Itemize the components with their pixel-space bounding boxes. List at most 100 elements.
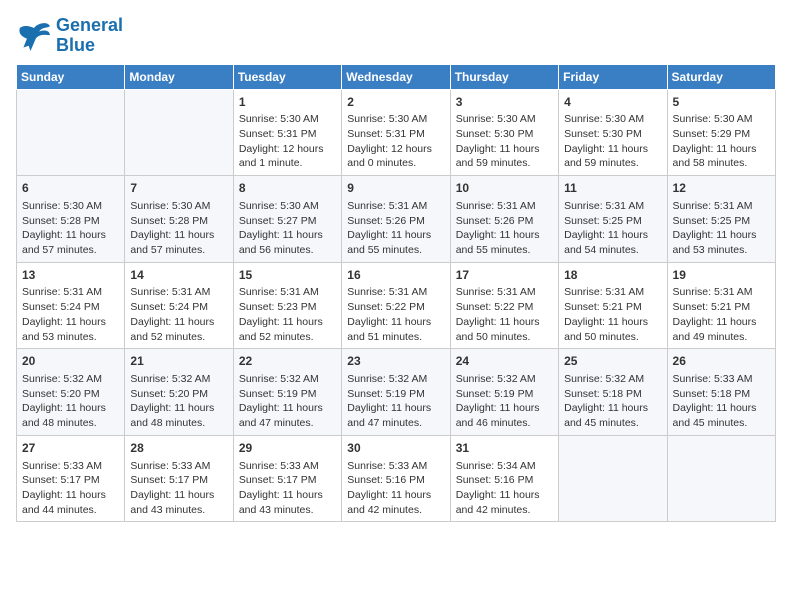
day-info: Sunrise: 5:31 AMSunset: 5:21 PMDaylight:… xyxy=(673,285,770,344)
calendar-cell: 13Sunrise: 5:31 AMSunset: 5:24 PMDayligh… xyxy=(17,262,125,349)
calendar-cell: 11Sunrise: 5:31 AMSunset: 5:25 PMDayligh… xyxy=(559,176,667,263)
day-number: 17 xyxy=(456,267,553,284)
calendar-cell: 15Sunrise: 5:31 AMSunset: 5:23 PMDayligh… xyxy=(233,262,341,349)
day-info: Sunrise: 5:33 AMSunset: 5:17 PMDaylight:… xyxy=(239,459,336,518)
calendar-week-5: 27 Sunrise: 5:33 AMSunset: 5:17 PMDayligh… xyxy=(17,435,776,522)
day-number: 2 xyxy=(347,94,444,111)
day-number: 28 xyxy=(130,440,227,457)
day-info: Sunrise: 5:32 AMSunset: 5:19 PMDaylight:… xyxy=(239,372,336,431)
day-number: 7 xyxy=(130,180,227,197)
day-number: 1 xyxy=(239,94,336,111)
weekday-header-thursday: Thursday xyxy=(450,64,558,89)
day-number: 16 xyxy=(347,267,444,284)
day-number: 11 xyxy=(564,180,661,197)
day-info: Sunrise: 5:32 AMSunset: 5:20 PMDaylight:… xyxy=(130,372,227,431)
calendar-cell: 18Sunrise: 5:31 AMSunset: 5:21 PMDayligh… xyxy=(559,262,667,349)
calendar-cell: 2Sunrise: 5:30 AMSunset: 5:31 PMDaylight… xyxy=(342,89,450,176)
calendar-cell: 30Sunrise: 5:33 AMSunset: 5:16 PMDayligh… xyxy=(342,435,450,522)
calendar-cell: 23 Sunrise: 5:32 AMSunset: 5:19 PMDayligh… xyxy=(342,349,450,436)
day-info: Sunrise: 5:33 AMSunset: 5:16 PMDaylight:… xyxy=(347,459,444,518)
day-number: 15 xyxy=(239,267,336,284)
day-number: 18 xyxy=(564,267,661,284)
day-number: 27 xyxy=(22,440,119,457)
calendar-cell: 21 Sunrise: 5:32 AMSunset: 5:20 PMDayligh… xyxy=(125,349,233,436)
logo: General Blue xyxy=(16,16,123,56)
weekday-header-friday: Friday xyxy=(559,64,667,89)
day-number: 21 xyxy=(130,353,227,370)
calendar-week-1: 1Sunrise: 5:30 AMSunset: 5:31 PMDaylight… xyxy=(17,89,776,176)
day-info: Sunrise: 5:30 AMSunset: 5:31 PMDaylight:… xyxy=(347,112,444,171)
day-info: Sunrise: 5:31 AMSunset: 5:26 PMDaylight:… xyxy=(347,199,444,258)
day-number: 26 xyxy=(673,353,770,370)
calendar-cell: 25 Sunrise: 5:32 AMSunset: 5:18 PMDayligh… xyxy=(559,349,667,436)
day-info: Sunrise: 5:31 AMSunset: 5:22 PMDaylight:… xyxy=(347,285,444,344)
calendar-cell: 1Sunrise: 5:30 AMSunset: 5:31 PMDaylight… xyxy=(233,89,341,176)
day-number: 19 xyxy=(673,267,770,284)
calendar-cell: 22 Sunrise: 5:32 AMSunset: 5:19 PMDayligh… xyxy=(233,349,341,436)
calendar-cell: 17Sunrise: 5:31 AMSunset: 5:22 PMDayligh… xyxy=(450,262,558,349)
day-info: Sunrise: 5:33 AMSunset: 5:17 PMDaylight:… xyxy=(130,459,227,518)
calendar-week-4: 20 Sunrise: 5:32 AMSunset: 5:20 PMDayligh… xyxy=(17,349,776,436)
calendar-cell: 4Sunrise: 5:30 AMSunset: 5:30 PMDaylight… xyxy=(559,89,667,176)
calendar-cell xyxy=(559,435,667,522)
calendar-cell: 10Sunrise: 5:31 AMSunset: 5:26 PMDayligh… xyxy=(450,176,558,263)
day-number: 29 xyxy=(239,440,336,457)
calendar-table: SundayMondayTuesdayWednesdayThursdayFrid… xyxy=(16,64,776,523)
calendar-cell xyxy=(667,435,775,522)
day-info: Sunrise: 5:32 AMSunset: 5:19 PMDaylight:… xyxy=(456,372,553,431)
day-number: 14 xyxy=(130,267,227,284)
calendar-cell: 28 Sunrise: 5:33 AMSunset: 5:17 PMDayligh… xyxy=(125,435,233,522)
day-number: 22 xyxy=(239,353,336,370)
day-info: Sunrise: 5:32 AMSunset: 5:20 PMDaylight:… xyxy=(22,372,119,431)
day-number: 5 xyxy=(673,94,770,111)
day-info: Sunrise: 5:31 AMSunset: 5:24 PMDaylight:… xyxy=(22,285,119,344)
calendar-cell: 24 Sunrise: 5:32 AMSunset: 5:19 PMDayligh… xyxy=(450,349,558,436)
day-number: 31 xyxy=(456,440,553,457)
day-info: Sunrise: 5:30 AMSunset: 5:27 PMDaylight:… xyxy=(239,199,336,258)
day-info: Sunrise: 5:32 AMSunset: 5:18 PMDaylight:… xyxy=(564,372,661,431)
day-info: Sunrise: 5:30 AMSunset: 5:28 PMDaylight:… xyxy=(22,199,119,258)
weekday-header-tuesday: Tuesday xyxy=(233,64,341,89)
day-info: Sunrise: 5:31 AMSunset: 5:22 PMDaylight:… xyxy=(456,285,553,344)
day-info: Sunrise: 5:30 AMSunset: 5:31 PMDaylight:… xyxy=(239,112,336,171)
weekday-header-row: SundayMondayTuesdayWednesdayThursdayFrid… xyxy=(17,64,776,89)
calendar-cell: 27 Sunrise: 5:33 AMSunset: 5:17 PMDayligh… xyxy=(17,435,125,522)
day-info: Sunrise: 5:31 AMSunset: 5:24 PMDaylight:… xyxy=(130,285,227,344)
weekday-header-monday: Monday xyxy=(125,64,233,89)
calendar-cell: 29 Sunrise: 5:33 AMSunset: 5:17 PMDayligh… xyxy=(233,435,341,522)
day-number: 8 xyxy=(239,180,336,197)
day-info: Sunrise: 5:30 AMSunset: 5:28 PMDaylight:… xyxy=(130,199,227,258)
calendar-cell: 31 Sunrise: 5:34 AMSunset: 5:16 PMDayligh… xyxy=(450,435,558,522)
day-info: Sunrise: 5:34 AMSunset: 5:16 PMDaylight:… xyxy=(456,459,553,518)
calendar-cell: 12Sunrise: 5:31 AMSunset: 5:25 PMDayligh… xyxy=(667,176,775,263)
calendar-cell: 7 Sunrise: 5:30 AMSunset: 5:28 PMDaylight… xyxy=(125,176,233,263)
calendar-cell: 26 Sunrise: 5:33 AMSunset: 5:18 PMDayligh… xyxy=(667,349,775,436)
day-info: Sunrise: 5:31 AMSunset: 5:23 PMDaylight:… xyxy=(239,285,336,344)
calendar-week-3: 13Sunrise: 5:31 AMSunset: 5:24 PMDayligh… xyxy=(17,262,776,349)
day-number: 10 xyxy=(456,180,553,197)
calendar-cell xyxy=(17,89,125,176)
day-info: Sunrise: 5:33 AMSunset: 5:17 PMDaylight:… xyxy=(22,459,119,518)
day-number: 12 xyxy=(673,180,770,197)
day-number: 24 xyxy=(456,353,553,370)
calendar-cell: 16Sunrise: 5:31 AMSunset: 5:22 PMDayligh… xyxy=(342,262,450,349)
calendar-week-2: 6 Sunrise: 5:30 AMSunset: 5:28 PMDaylight… xyxy=(17,176,776,263)
logo-text: General Blue xyxy=(56,16,123,56)
calendar-cell xyxy=(125,89,233,176)
day-number: 23 xyxy=(347,353,444,370)
day-number: 25 xyxy=(564,353,661,370)
calendar-cell: 20 Sunrise: 5:32 AMSunset: 5:20 PMDayligh… xyxy=(17,349,125,436)
day-info: Sunrise: 5:33 AMSunset: 5:18 PMDaylight:… xyxy=(673,372,770,431)
weekday-header-sunday: Sunday xyxy=(17,64,125,89)
weekday-header-saturday: Saturday xyxy=(667,64,775,89)
day-number: 9 xyxy=(347,180,444,197)
weekday-header-wednesday: Wednesday xyxy=(342,64,450,89)
calendar-cell: 5Sunrise: 5:30 AMSunset: 5:29 PMDaylight… xyxy=(667,89,775,176)
day-number: 20 xyxy=(22,353,119,370)
calendar-cell: 9 Sunrise: 5:31 AMSunset: 5:26 PMDaylight… xyxy=(342,176,450,263)
day-info: Sunrise: 5:32 AMSunset: 5:19 PMDaylight:… xyxy=(347,372,444,431)
page-header: General Blue xyxy=(16,16,776,56)
day-number: 13 xyxy=(22,267,119,284)
calendar-cell: 8 Sunrise: 5:30 AMSunset: 5:27 PMDaylight… xyxy=(233,176,341,263)
day-number: 6 xyxy=(22,180,119,197)
